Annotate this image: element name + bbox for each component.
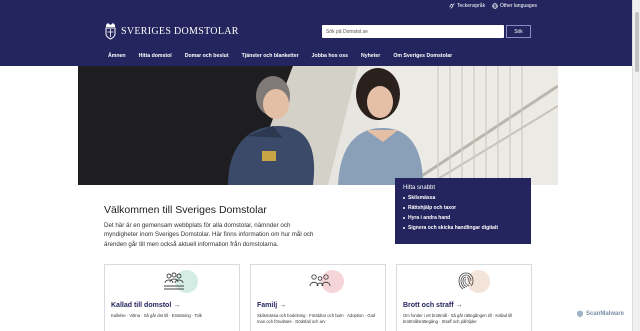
- hands-icon: [449, 3, 455, 9]
- hero-image: [78, 66, 558, 185]
- quick-link-rattshjalp[interactable]: Rättshjälp och taxor: [403, 205, 523, 211]
- arrow-right-icon: →: [279, 302, 287, 309]
- card-title: Kallad till domstol →: [111, 302, 180, 309]
- hero-photo-illustration: [78, 66, 558, 185]
- card-links: Kallelse · Vittna · Så går det till · Er…: [111, 313, 202, 318]
- nav-item-om-sveriges-domstolar[interactable]: Om Sveriges Domstolar: [393, 53, 452, 59]
- nav-item-hitta-domstol[interactable]: Hitta domstol: [139, 53, 172, 59]
- bullet-icon: [403, 197, 405, 199]
- quick-links-title: Hitta snabbt: [403, 185, 436, 191]
- main-nav: Ämnen Hitta domstol Domar och beslut Tjä…: [108, 53, 465, 59]
- fingerprint-icon: [458, 272, 474, 290]
- card-kallad-till-domstol[interactable]: Kallad till domstol → Kallelse · Vittna …: [104, 264, 240, 331]
- card-title-text: Brott och straff: [403, 302, 454, 309]
- family-icon: [309, 274, 331, 287]
- scrollbar-thumb[interactable]: [635, 12, 639, 72]
- other-languages-link[interactable]: Other languages: [492, 3, 537, 9]
- site-logo[interactable]: SVERIGES DOMSTOLAR: [104, 22, 239, 40]
- card-title-text: Familj: [257, 302, 278, 309]
- quick-links-panel: Hitta snabbt Skilsmässa Rättshjälp och t…: [395, 178, 531, 244]
- nav-item-amnen[interactable]: Ämnen: [108, 53, 126, 59]
- page-scrollbar[interactable]: [632, 0, 640, 331]
- nav-item-jobba-hos-oss[interactable]: Jobba hos oss: [312, 53, 348, 59]
- search-input[interactable]: [322, 25, 504, 38]
- intro-paragraph: Det här är en gemensam webbplats för all…: [104, 222, 314, 248]
- crown-crest-icon: [105, 23, 116, 40]
- utility-bar: Teckenspråk Other languages: [0, 0, 632, 12]
- people-group-icon: [164, 272, 184, 290]
- sign-language-label: Teckenspråk: [457, 3, 486, 9]
- card-links: Om fonder i ett brottmål · Så går rätteg…: [403, 313, 513, 324]
- quick-link-hyra[interactable]: Hyra i andra hand: [403, 215, 523, 221]
- arrow-right-icon: →: [455, 302, 463, 309]
- quick-link-label: Rättshjälp och taxor: [408, 205, 457, 211]
- search-button[interactable]: Sök: [506, 25, 531, 38]
- sign-language-link[interactable]: Teckenspråk: [449, 3, 485, 9]
- shield-icon: [577, 310, 583, 318]
- page-title: Välkommen till Sveriges Domstolar: [104, 204, 267, 216]
- nav-item-nyheter[interactable]: Nyheter: [361, 53, 380, 59]
- quick-link-skilsmassa[interactable]: Skilsmässa: [403, 195, 523, 201]
- nav-item-domar-och-beslut[interactable]: Domar och beslut: [185, 53, 229, 59]
- nav-item-tjanster-och-blanketter[interactable]: Tjänster och blanketter: [242, 53, 299, 59]
- card-title: Familj →: [257, 302, 286, 309]
- card-familj[interactable]: Familj → Skilsmässa och bodelning · Förä…: [250, 264, 386, 331]
- other-languages-label: Other languages: [500, 3, 537, 9]
- card-title: Brott och straff →: [403, 302, 463, 309]
- quick-link-signera[interactable]: Signera och skicka handlingar digitalt: [403, 225, 523, 231]
- quick-link-label: Hyra i andra hand: [408, 215, 451, 221]
- bullet-icon: [403, 217, 405, 219]
- bullet-icon: [403, 227, 405, 229]
- card-brott-och-straff[interactable]: Brott och straff → Om fonder i ett brott…: [396, 264, 532, 331]
- card-links: Skilsmässa och bodelning · Föräldrar och…: [257, 313, 376, 324]
- globe-icon: [492, 3, 498, 9]
- quick-link-label: Skilsmässa: [408, 195, 436, 201]
- arrow-right-icon: →: [173, 302, 181, 309]
- card-title-text: Kallad till domstol: [111, 302, 172, 309]
- quick-link-label: Signera och skicka handlingar digitalt: [408, 225, 499, 231]
- brand-name: SVERIGES DOMSTOLAR: [121, 25, 239, 37]
- watermark: ScanMalware: [576, 310, 624, 318]
- bullet-icon: [403, 207, 405, 209]
- watermark-text: ScanMalware: [586, 311, 625, 317]
- site-header: SVERIGES DOMSTOLAR Sök Ämnen Hitta domst…: [0, 12, 632, 66]
